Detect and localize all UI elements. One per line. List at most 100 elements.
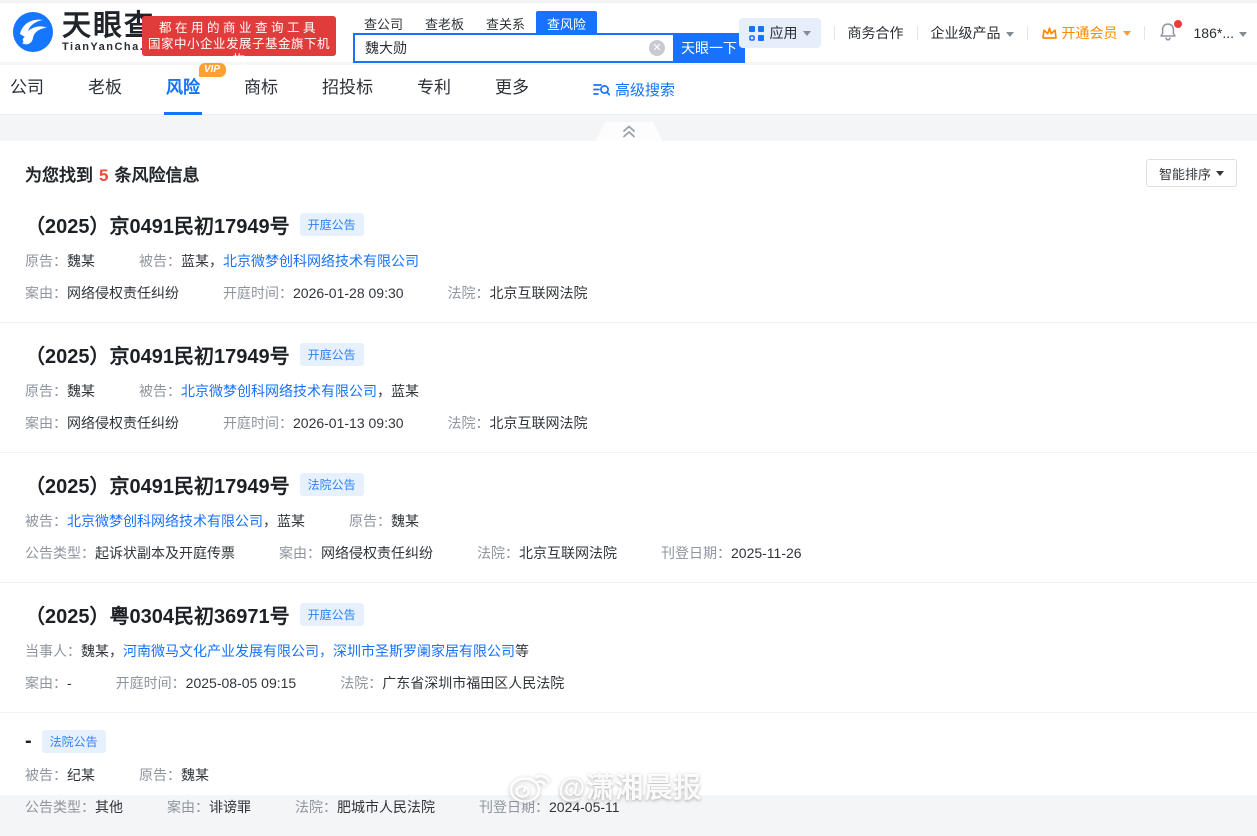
notification-dot — [1173, 20, 1182, 28]
nav-tab-1[interactable]: 老板 — [86, 65, 124, 115]
field-value: 魏某 — [67, 383, 95, 399]
announcement-type-tag: 开庭公告 — [299, 343, 364, 366]
field-label: 原告： — [139, 767, 181, 783]
nav-tab-5[interactable]: 专利 — [415, 65, 453, 115]
nav-tab-0[interactable]: 公司 — [8, 65, 46, 115]
field-value: 2026-01-28 09:30 — [293, 285, 404, 301]
search-button[interactable]: 天眼一下 — [673, 33, 745, 63]
company-link[interactable]: 北京微梦创科网络技术有限公司 — [181, 383, 377, 399]
collapse-handle[interactable] — [596, 122, 662, 141]
case-number-title[interactable]: （2025）京0491民初17949号 — [25, 470, 290, 499]
nav-tab-2[interactable]: 风险 VIP — [164, 62, 226, 115]
apps-menu-button[interactable]: 应用 — [738, 18, 821, 48]
search-tabs: 查公司 查老板 查关系 查风险 — [353, 11, 745, 33]
card-meta-row: 原告：魏某 被告：蓝某，北京微梦创科网络技术有限公司 — [25, 252, 1232, 271]
field-value: 魏某 — [67, 253, 95, 269]
tianyancha-logo-icon — [13, 12, 53, 52]
card-meta-row: 被告：纪某 原告：魏某 — [25, 766, 1232, 785]
search-tab-3[interactable]: 查风险 — [536, 11, 598, 33]
field-label: 原告： — [25, 253, 67, 269]
field-value: 2026-01-13 09:30 — [293, 415, 404, 431]
chevron-down-icon — [1122, 30, 1131, 36]
result-card: （2025）京0491民初17949号 开庭公告 原告：魏某 被告：北京微梦创科网络技… — [0, 323, 1257, 453]
field-value: 2024-05-11 — [549, 799, 620, 815]
menu-divider — [1143, 26, 1145, 40]
case-number-title[interactable]: （2025）京0491民初17949号 — [25, 340, 290, 369]
enterprise-products-link[interactable]: 企业级产品 — [931, 23, 1014, 43]
top-menu: 应用 商务合作 企业级产品 开通会员 186*... — [738, 17, 1247, 49]
company-link[interactable]: 深圳市圣斯罗阑家居有限公司 — [333, 643, 515, 659]
field-label: 案由： — [25, 285, 67, 301]
results-count: 5 — [99, 165, 109, 185]
case-number-title[interactable]: （2025）粤0304民初36971号 — [25, 600, 290, 629]
field-label: 公告类型： — [25, 545, 95, 561]
case-number-title[interactable]: - — [25, 730, 32, 753]
field-label: 开庭时间： — [223, 285, 293, 301]
chevron-down-icon — [1239, 31, 1247, 37]
case-number-title[interactable]: （2025）京0491民初17949号 — [25, 210, 290, 239]
result-card: （2025）京0491民初17949号 开庭公告原告：魏某 被告：蓝某，北京微梦创科… — [0, 193, 1257, 323]
card-meta-row: 当事人：魏某，河南微马文化产业发展有限公司，深圳市圣斯罗阑家居有限公司等 — [25, 642, 1232, 661]
field-label: 原告： — [349, 513, 391, 529]
promo-banner-line1: 都在用的商业查询工具 — [158, 21, 319, 35]
company-link[interactable]: 河南微马文化产业发展有限公司 — [123, 643, 319, 659]
company-link[interactable]: ， — [319, 643, 333, 659]
search-tab-0[interactable]: 查公司 — [353, 11, 414, 33]
result-cards: （2025）京0491民初17949号 开庭公告 原告：魏某 被告：蓝某，北京微梦创科… — [0, 193, 1257, 836]
announcement-type-tag: 法院公告 — [299, 473, 364, 496]
announcement-type-tag: 开庭公告 — [299, 213, 364, 236]
field-value: 等 — [515, 643, 529, 659]
field-label: 被告： — [139, 253, 181, 269]
card-meta-row: 被告：北京微梦创科网络技术有限公司，蓝某 原告：魏某 — [25, 512, 1232, 531]
field-value: 网络侵权责任纠纷 — [67, 415, 179, 431]
results-summary: 为您找到 5 条风险信息 — [25, 161, 199, 186]
search-tab-1[interactable]: 查老板 — [414, 11, 475, 33]
double-chevron-up-icon — [623, 125, 635, 138]
notifications-bell[interactable] — [1158, 20, 1182, 44]
card-meta-row: 公告类型：起诉状副本及开庭传票 案由：网络侵权责任纠纷 法院：北京互联网法院 刊登日期… — [25, 544, 1232, 563]
company-link[interactable]: 北京微梦创科网络技术有限公司 — [67, 513, 263, 529]
field-label: 案由： — [279, 545, 321, 561]
chevron-down-icon — [1216, 170, 1224, 176]
account-menu[interactable]: 186*... — [1194, 25, 1247, 41]
sort-dropdown-button[interactable]: 智能排序 — [1145, 159, 1237, 187]
nav-tab-4[interactable]: 招投标 — [320, 65, 375, 115]
field-label: 被告： — [25, 767, 67, 783]
open-membership-link[interactable]: 开通会员 — [1041, 23, 1131, 43]
vip-badge: VIP — [198, 62, 226, 77]
field-value: 2025-11-26 — [731, 545, 802, 561]
search-input[interactable] — [353, 33, 673, 63]
business-cooperation-link[interactable]: 商务合作 — [848, 23, 904, 43]
field-label: 公告类型： — [25, 799, 95, 815]
field-label: 刊登日期： — [479, 799, 549, 815]
advanced-search-button[interactable]: 高级搜索 — [593, 79, 675, 100]
crown-icon — [1041, 26, 1057, 39]
field-value: ，蓝某 — [377, 383, 419, 399]
field-value: 蓝某， — [181, 253, 223, 269]
field-label: 开庭时间： — [115, 675, 186, 691]
field-value: 肥城市人民法院 — [337, 799, 435, 815]
company-link[interactable]: 北京微梦创科网络技术有限公司 — [223, 253, 419, 269]
card-meta-row: 案由：网络侵权责任纠纷 开庭时间：2026-01-13 09:30 法院：北京互联网… — [25, 414, 1232, 433]
menu-divider — [833, 26, 835, 40]
clear-search-icon[interactable]: ✕ — [649, 40, 665, 56]
nav-tab-3[interactable]: 商标 — [242, 65, 280, 115]
field-value: 魏某， — [81, 643, 123, 659]
search-tab-2[interactable]: 查关系 — [475, 11, 536, 33]
nav-tab-6[interactable]: 更多 — [493, 65, 531, 115]
grid-icon — [748, 25, 764, 41]
promo-banner-line2: 国家中小企业发展子基金旗下机构 — [147, 37, 330, 67]
advanced-search-icon — [593, 84, 610, 96]
field-value: 2025-08-05 09:15 — [185, 675, 297, 691]
promo-banner: 都在用的商业查询工具 国家中小企业发展子基金旗下机构 — [142, 16, 336, 67]
field-label: 被告： — [139, 383, 181, 399]
chevron-down-icon — [802, 30, 811, 36]
field-label: 当事人： — [25, 643, 81, 659]
field-label: 被告： — [25, 513, 67, 529]
field-value: 网络侵权责任纠纷 — [67, 285, 179, 301]
category-navbar: 公司 老板 风险 VIP 商标 招投标 专利 更多 高级搜索 — [0, 62, 1257, 115]
summary-suffix: 条风险信息 — [114, 165, 200, 185]
field-label: 开庭时间： — [223, 415, 293, 431]
field-label: 案由： — [167, 799, 209, 815]
results-panel: 为您找到 5 条风险信息 智能排序 （2025）京0491民初17949号 开庭公告原… — [0, 122, 1257, 815]
